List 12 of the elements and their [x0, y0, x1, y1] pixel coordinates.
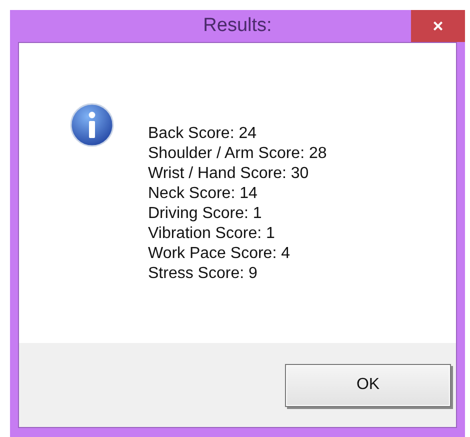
score-text: Neck Score: 14 — [148, 184, 258, 204]
score-text: Wrist / Hand Score: 30 — [148, 164, 310, 184]
score-text: Shoulder / Arm Score: 28 — [148, 144, 327, 164]
score-text: Driving Score: 1 — [148, 204, 263, 224]
score-text: Back Score: 24 — [148, 124, 258, 144]
close-button[interactable]: × — [411, 10, 465, 42]
ok-button[interactable]: OK — [285, 364, 451, 406]
score-text: Vibration Score: 1 — [148, 224, 276, 244]
score-text: Stress Score: 9 — [148, 264, 258, 284]
info-icon — [70, 103, 114, 147]
score-text: Work Pace Score: 4 — [148, 244, 291, 264]
window-title: Results: — [203, 15, 272, 37]
